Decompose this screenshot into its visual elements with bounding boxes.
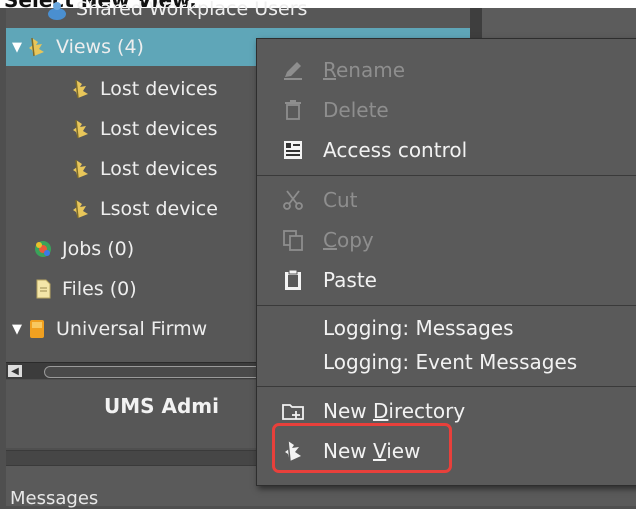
tree-item-shared-workplace-users[interactable]: Shared Workplace Users [6, 0, 470, 28]
view-icon [70, 198, 92, 220]
menu-item-cut[interactable]: Cut [257, 181, 636, 219]
view-icon [70, 158, 92, 180]
expand-arrow-icon[interactable]: ▼ [12, 322, 26, 337]
menu-item-copy[interactable]: Copy [257, 221, 636, 259]
expand-arrow-icon[interactable]: ▼ [12, 40, 26, 55]
view-icon [70, 78, 92, 100]
file-icon [32, 278, 54, 300]
scissors-icon [281, 188, 305, 212]
view-icon [26, 36, 48, 58]
menu-item-rename[interactable]: Rename [257, 51, 636, 89]
admin-title: UMS Admi [104, 394, 219, 418]
copy-icon [281, 228, 305, 252]
new-folder-icon [281, 399, 305, 423]
menu-item-paste[interactable]: Paste [257, 261, 636, 299]
menu-item-logging-event-messages[interactable]: Logging: Event Messages [257, 343, 636, 381]
context-menu: Rename Delete Access control Cut Copy Pa… [256, 38, 636, 486]
scroll-left-icon[interactable]: ◀ [8, 365, 22, 377]
users-icon [46, 0, 68, 20]
menu-item-access-control[interactable]: Access control [257, 131, 636, 169]
highlight-box [272, 423, 452, 473]
clipboard-icon [281, 268, 305, 292]
menu-separator [257, 305, 636, 306]
pencil-icon [281, 58, 305, 82]
jobs-icon [32, 238, 54, 260]
menu-separator [257, 386, 636, 387]
firmware-icon [26, 318, 48, 340]
menu-separator [257, 175, 636, 176]
trash-icon [281, 98, 305, 122]
access-control-icon [281, 138, 305, 162]
menu-item-logging-messages[interactable]: Logging: Messages [257, 309, 636, 347]
menu-item-delete[interactable]: Delete [257, 91, 636, 129]
view-icon [70, 118, 92, 140]
